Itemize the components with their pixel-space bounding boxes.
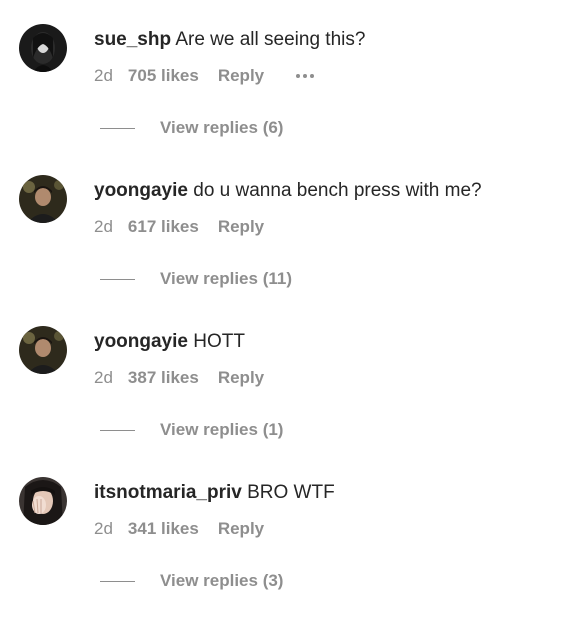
avatar[interactable] xyxy=(19,175,67,223)
view-replies-label: View replies (6) xyxy=(160,118,284,137)
comment-meta: 2d 341 likes Reply xyxy=(94,517,264,541)
comment-text: BRO WTF xyxy=(247,482,335,503)
comment-likes[interactable]: 705 likes xyxy=(128,64,199,88)
view-replies-label: View replies (3) xyxy=(160,571,284,590)
view-replies-button[interactable]: View replies (3) xyxy=(100,569,283,593)
more-horizontal-icon[interactable] xyxy=(296,64,315,88)
comment-username[interactable]: itsnotmaria_priv xyxy=(94,482,242,503)
comment-meta: 2d 617 likes Reply xyxy=(94,215,264,239)
avatar[interactable] xyxy=(19,24,67,72)
comment-time: 2d xyxy=(94,519,113,538)
reply-button[interactable]: Reply xyxy=(218,366,264,390)
comment-text: Are we all seeing this? xyxy=(175,29,366,50)
avatar-hand-face-icon xyxy=(19,477,67,525)
comment-line: yoongayie do u wanna bench press with me… xyxy=(94,179,482,203)
comment-item: sue_shp Are we all seeing this? 2d 705 l… xyxy=(0,0,571,151)
avatar-portrait-icon xyxy=(19,175,67,223)
reply-button[interactable]: Reply xyxy=(218,64,264,88)
view-replies-button[interactable]: View replies (1) xyxy=(100,418,283,442)
reply-button[interactable]: Reply xyxy=(218,215,264,239)
comment-text: do u wanna bench press with me? xyxy=(193,180,482,201)
comment-time: 2d xyxy=(94,217,113,236)
comment-item: yoongayie do u wanna bench press with me… xyxy=(0,151,571,302)
replies-divider xyxy=(100,429,135,431)
view-replies-button[interactable]: View replies (11) xyxy=(100,267,292,291)
more-dot xyxy=(303,74,308,78)
view-replies-label: View replies (1) xyxy=(160,420,284,439)
comment-item: yoongayie HOTT 2d 387 likes Reply View r… xyxy=(0,302,571,453)
comment-likes[interactable]: 387 likes xyxy=(128,366,199,390)
comment-likes[interactable]: 617 likes xyxy=(128,215,199,239)
comment-meta: 2d 387 likes Reply xyxy=(94,366,264,390)
comment-item: itsnotmaria_priv BRO WTF 2d 341 likes Re… xyxy=(0,453,571,604)
replies-divider xyxy=(100,127,135,129)
comment-time: 2d xyxy=(94,66,113,85)
replies-divider xyxy=(100,278,135,280)
avatar-portrait-icon xyxy=(19,326,67,374)
view-replies-label: View replies (11) xyxy=(160,269,292,288)
comment-username[interactable]: yoongayie xyxy=(94,180,188,201)
comment-text: HOTT xyxy=(193,331,245,352)
more-dot xyxy=(296,74,301,78)
avatar[interactable] xyxy=(19,326,67,374)
comment-time: 2d xyxy=(94,368,113,387)
comment-line: yoongayie HOTT xyxy=(94,330,245,354)
comment-line: sue_shp Are we all seeing this? xyxy=(94,28,365,52)
comment-username[interactable]: yoongayie xyxy=(94,331,188,352)
comment-username[interactable]: sue_shp xyxy=(94,29,171,50)
avatar-dark-hair-icon xyxy=(19,24,67,72)
comment-line: itsnotmaria_priv BRO WTF xyxy=(94,481,335,505)
replies-divider xyxy=(100,580,135,582)
comment-meta: 2d 705 likes Reply xyxy=(94,64,315,88)
comment-likes[interactable]: 341 likes xyxy=(128,517,199,541)
view-replies-button[interactable]: View replies (6) xyxy=(100,116,283,140)
more-dot xyxy=(310,74,315,78)
avatar[interactable] xyxy=(19,477,67,525)
reply-button[interactable]: Reply xyxy=(218,517,264,541)
